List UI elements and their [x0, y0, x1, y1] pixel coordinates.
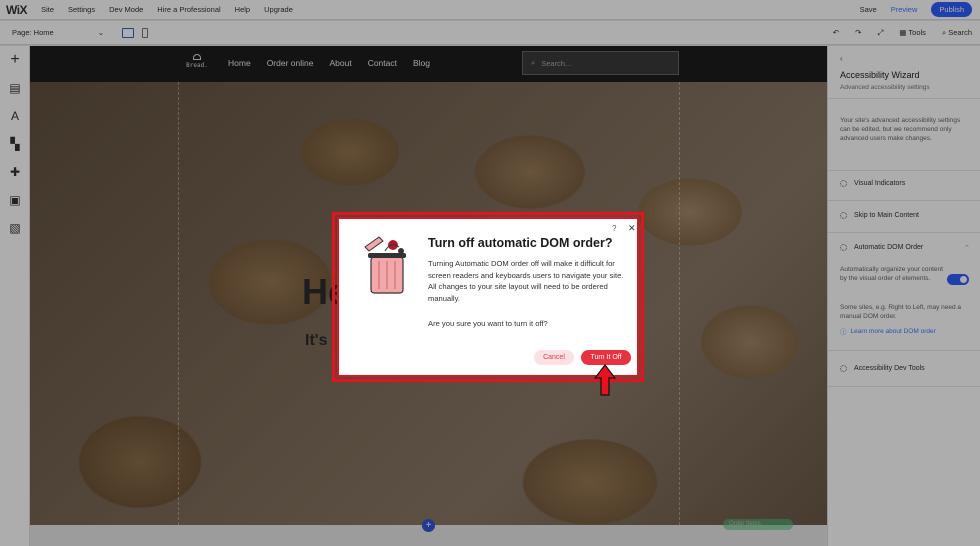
turn-it-off-button[interactable]: Turn It Off: [581, 350, 631, 365]
pointer-arrow-icon: [594, 364, 616, 396]
cancel-button[interactable]: Cancel: [534, 350, 574, 365]
trash-bin-illustration-icon: [364, 236, 406, 294]
confirm-dialog: ? ✕ Turn off automatic DOM order? Turnin…: [337, 217, 639, 377]
help-icon[interactable]: ?: [612, 224, 616, 233]
dialog-title: Turn off automatic DOM order?: [428, 236, 613, 250]
dialog-question: Are you sure you want to turn it off?: [428, 319, 548, 328]
close-icon[interactable]: ✕: [628, 223, 636, 234]
dialog-body: Turning Automatic DOM order off will mak…: [428, 259, 624, 303]
